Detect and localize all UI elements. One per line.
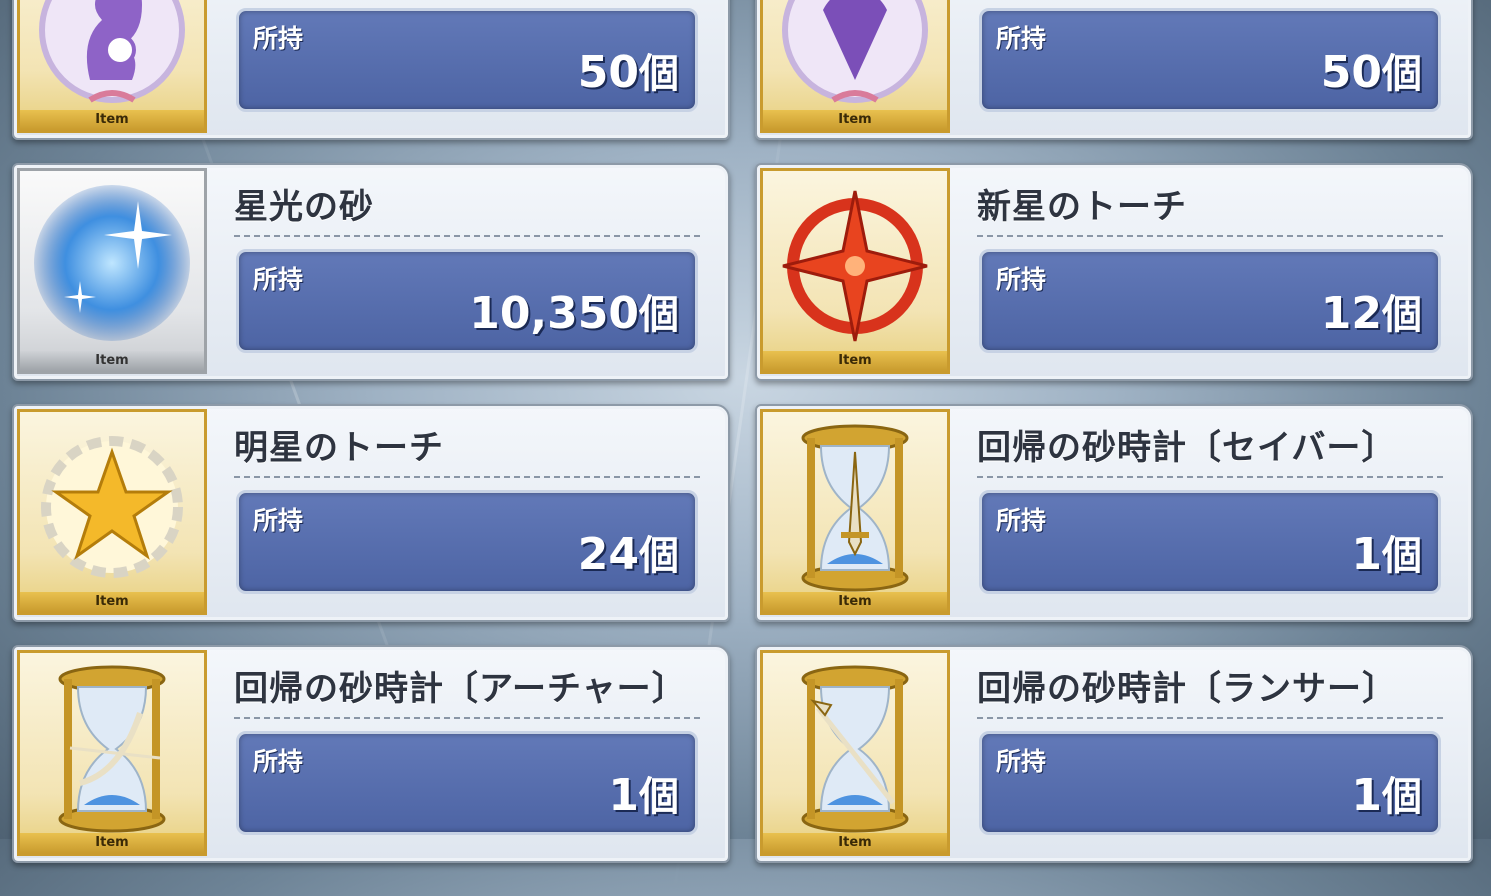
item-name: 新星のトーチ	[977, 187, 1187, 227]
divider	[977, 717, 1443, 719]
held-count-unit: 個	[1382, 774, 1422, 820]
hourglass-bow-icon	[58, 665, 166, 833]
item-card[interactable]: Item 所持 50個	[755, 0, 1473, 140]
held-count-unit: 個	[639, 292, 679, 338]
held-count-number: 50	[1320, 47, 1382, 98]
item-card[interactable]: Item 回帰の砂時計〔セイバー〕 所持 1個	[755, 404, 1473, 622]
held-count-unit: 個	[639, 774, 679, 820]
item-card[interactable]: Item 所持 50個	[12, 0, 730, 140]
held-count-box: 所持 50個	[979, 8, 1441, 112]
held-count: 50個	[578, 41, 679, 99]
item-card[interactable]: Item 回帰の砂時計〔ランサー〕 所持 1個	[755, 645, 1473, 863]
item-name: 回帰の砂時計〔アーチャー〕	[234, 669, 687, 709]
item-type-label: Item	[20, 833, 204, 853]
item-thumbnail: Item	[17, 650, 207, 856]
held-count-box: 所持 10,350個	[236, 249, 698, 353]
held-count-box: 所持 1個	[979, 490, 1441, 594]
divider	[234, 476, 700, 478]
item-thumbnail: Item	[17, 0, 207, 133]
purple-horse-emblem-icon	[39, 0, 185, 103]
nova-torch-icon	[782, 190, 928, 342]
item-thumbnail: Item	[17, 409, 207, 615]
item-type-label: Item	[20, 351, 204, 371]
held-count-number: 1	[608, 770, 639, 821]
held-label: 所持	[996, 265, 1047, 294]
held-label: 所持	[253, 265, 304, 294]
item-type-label: Item	[20, 110, 204, 130]
held-label: 所持	[253, 506, 304, 535]
item-name: 回帰の砂時計〔ランサー〕	[977, 669, 1397, 709]
item-thumbnail: Item	[760, 0, 950, 133]
held-count-number: 1	[1351, 770, 1382, 821]
held-count-number: 1	[1351, 529, 1382, 580]
starlight-sand-icon	[34, 185, 190, 341]
item-name: 星光の砂	[234, 187, 374, 227]
item-thumbnail: Item	[760, 409, 950, 615]
held-count-box: 所持 1個	[979, 731, 1441, 835]
held-label: 所持	[253, 747, 304, 776]
purple-dragon-emblem-icon	[782, 0, 928, 103]
item-name: 明星のトーチ	[234, 428, 444, 468]
held-label: 所持	[996, 747, 1047, 776]
held-count-number: 12	[1320, 288, 1382, 339]
morning-star-torch-icon	[41, 436, 183, 578]
held-count-unit: 個	[1382, 533, 1422, 579]
held-count: 1個	[608, 764, 679, 822]
divider	[234, 717, 700, 719]
item-type-label: Item	[763, 592, 947, 612]
held-count-unit: 個	[639, 51, 679, 97]
held-count-number: 50	[577, 47, 639, 98]
item-card[interactable]: Item 新星のトーチ 所持 12個	[755, 163, 1473, 381]
held-count: 1個	[1351, 764, 1422, 822]
item-name: 回帰の砂時計〔セイバー〕	[977, 428, 1397, 468]
held-count-number: 24	[577, 529, 639, 580]
held-count: 24個	[578, 523, 679, 581]
held-count: 1個	[1351, 523, 1422, 581]
held-count: 12個	[1321, 282, 1422, 340]
item-type-label: Item	[20, 592, 204, 612]
held-count-box: 所持 1個	[236, 731, 698, 835]
item-thumbnail: Item	[760, 168, 950, 374]
item-card[interactable]: Item 星光の砂 所持 10,350個	[12, 163, 730, 381]
divider	[234, 235, 700, 237]
held-count-box: 所持 24個	[236, 490, 698, 594]
item-type-label: Item	[763, 110, 947, 130]
item-type-label: Item	[763, 351, 947, 371]
held-count: 50個	[1321, 41, 1422, 99]
item-thumbnail: Item	[760, 650, 950, 856]
held-count-unit: 個	[639, 533, 679, 579]
held-count-box: 所持 50個	[236, 8, 698, 112]
held-count-unit: 個	[1382, 51, 1422, 97]
hourglass-sword-icon	[801, 424, 909, 592]
divider	[977, 235, 1443, 237]
item-thumbnail: Item	[17, 168, 207, 374]
item-card[interactable]: Item 明星のトーチ 所持 24個	[12, 404, 730, 622]
held-count: 10,350個	[469, 282, 679, 340]
held-label: 所持	[996, 24, 1047, 53]
item-card[interactable]: Item 回帰の砂時計〔アーチャー〕 所持 1個	[12, 645, 730, 863]
held-label: 所持	[253, 24, 304, 53]
held-label: 所持	[996, 506, 1047, 535]
held-count-box: 所持 12個	[979, 249, 1441, 353]
hourglass-spear-icon	[801, 665, 909, 833]
held-count-number: 10,350	[469, 288, 639, 339]
divider	[977, 476, 1443, 478]
item-type-label: Item	[763, 833, 947, 853]
held-count-unit: 個	[1382, 292, 1422, 338]
